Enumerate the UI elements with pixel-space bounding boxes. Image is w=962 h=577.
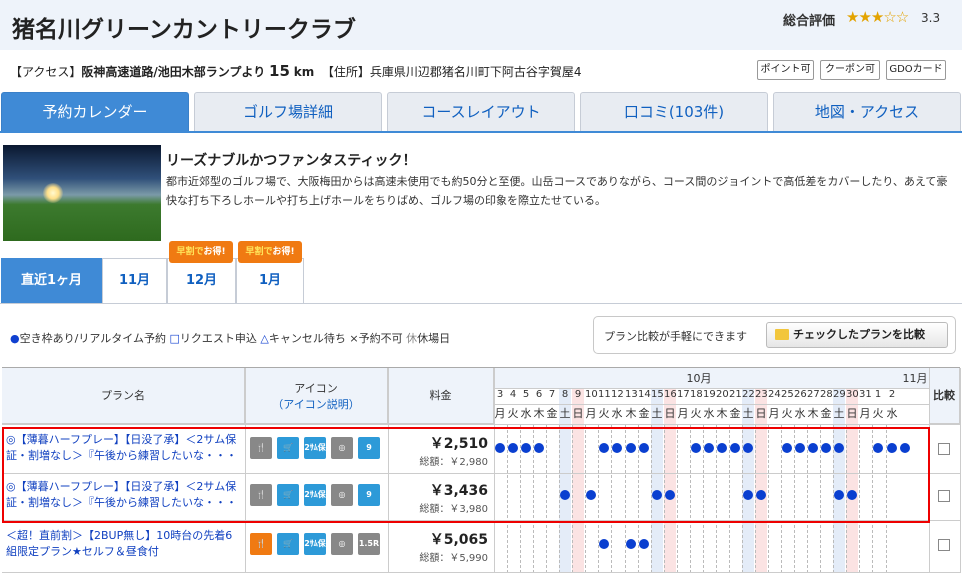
plan-price: ￥5,065 (429, 532, 488, 548)
player-icon: ◎ (331, 533, 353, 555)
compare-checkbox[interactable] (938, 443, 950, 455)
meal-icon: 🍴 (250, 533, 272, 555)
plan-name-line2[interactable]: 組限定プラン★セルフ＆昼食付 (6, 544, 242, 560)
15R-icon: 1.5R (358, 533, 380, 555)
plan-total-price: 総額：￥5,990 (419, 553, 488, 564)
available-dot[interactable] (626, 539, 636, 549)
available-dot[interactable] (639, 539, 649, 549)
plan-name-line1[interactable]: ＜超！直前割＞【2BUP無し】10時台の先着6 (6, 528, 242, 544)
compare-checkbox[interactable] (938, 539, 950, 551)
available-dot[interactable] (599, 539, 609, 549)
highlight-box (2, 427, 930, 523)
2sam-icon: 2ｻﾑ保証 (304, 533, 326, 570)
compare-checkbox[interactable] (938, 490, 950, 502)
plan-name-link[interactable]: ＜超！直前割＞【2BUP無し】10時台の先着6 組限定プラン★セルフ＆昼食付 (6, 528, 242, 560)
cart-icon: 🛒 (277, 533, 299, 555)
